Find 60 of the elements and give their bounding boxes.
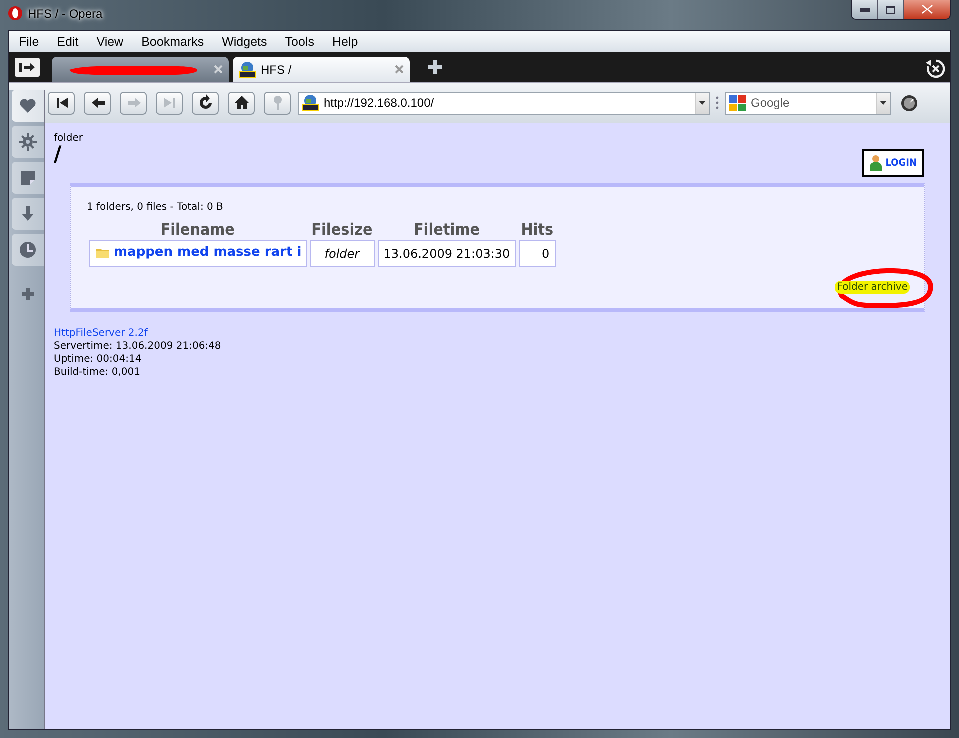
column-header[interactable]: Filetime — [378, 220, 516, 240]
window-title: HFS / - Opera — [28, 6, 103, 20]
toolbar-button[interactable] — [84, 92, 111, 114]
close-icon — [922, 5, 932, 14]
trash-undo-icon — [926, 59, 946, 79]
folder-path: / — [54, 143, 63, 165]
address-field[interactable]: http://192.168.0.100/ — [298, 92, 710, 114]
google-logo-icon — [729, 94, 746, 110]
opera-logo-icon — [8, 6, 23, 21]
toolbar-button[interactable] — [192, 92, 219, 114]
history-panel-button[interactable] — [12, 234, 44, 266]
bookmarks-panel-button[interactable] — [12, 90, 44, 122]
column-header[interactable]: Hits — [519, 220, 556, 240]
table-cell: 13.06.2009 21:03:30 — [378, 240, 516, 267]
toolbar-button[interactable] — [228, 92, 255, 114]
server-info-line: Build-time: 0,001 — [54, 366, 142, 379]
gear-icon — [18, 132, 38, 152]
folder-archive-link[interactable]: Folder archive — [835, 281, 910, 294]
user-icon — [870, 155, 882, 171]
server-info-line: Servertime: 13.06.2009 21:06:48 — [54, 340, 222, 353]
folder-summary: 1 folders, 0 files - Total: 0 B — [87, 202, 224, 213]
home-icon — [232, 94, 250, 112]
table-cell: folder — [310, 240, 375, 267]
browser-tab[interactable]: HFS / — [233, 57, 410, 82]
table-cell: 0 — [519, 240, 556, 267]
dropdown-arrow-icon — [880, 101, 887, 105]
dropdown-arrow-icon — [699, 101, 706, 105]
filename-cell[interactable]: mappen med masse rart i — [89, 240, 307, 267]
menu-item[interactable]: Bookmarks — [132, 34, 214, 48]
close-button[interactable] — [904, 0, 950, 19]
menu-item[interactable]: Tools — [276, 34, 324, 48]
server-info-line: Uptime: 00:04:14 — [54, 353, 143, 366]
panel-toggle-icon — [15, 58, 40, 76]
menu-item[interactable]: File — [10, 34, 48, 48]
menu-item[interactable]: Help — [323, 34, 368, 48]
new-tab-icon — [428, 60, 442, 74]
notes-panel-button[interactable] — [12, 162, 44, 194]
grip-icon — [716, 96, 719, 110]
transfers-panel-button[interactable] — [12, 198, 44, 230]
minimize-button[interactable] — [852, 0, 878, 19]
login-button[interactable]: LOGIN — [862, 149, 924, 177]
menu-item[interactable]: Edit — [48, 34, 88, 48]
menu-item[interactable]: View — [88, 34, 133, 48]
minimize-icon — [860, 8, 870, 12]
note-icon — [18, 168, 38, 188]
maximize-button[interactable] — [878, 0, 904, 19]
speed-dial-icon — [901, 94, 918, 112]
close-tab-icon — [395, 65, 404, 74]
heart-icon — [18, 96, 38, 116]
folder-icon — [96, 247, 109, 258]
toolbar-button[interactable] — [48, 92, 75, 114]
server-link[interactable]: HttpFileServer 2.2f — [54, 327, 148, 340]
menu-item[interactable]: Widgets — [213, 34, 276, 48]
column-header[interactable]: Filesize — [310, 220, 375, 240]
clock-icon — [18, 240, 38, 260]
close-tab-icon — [214, 65, 223, 74]
settings-panel-button[interactable] — [12, 126, 44, 158]
column-header[interactable]: Filename — [89, 220, 307, 240]
maximize-icon — [886, 6, 895, 14]
folder-caption: folder — [54, 133, 84, 144]
